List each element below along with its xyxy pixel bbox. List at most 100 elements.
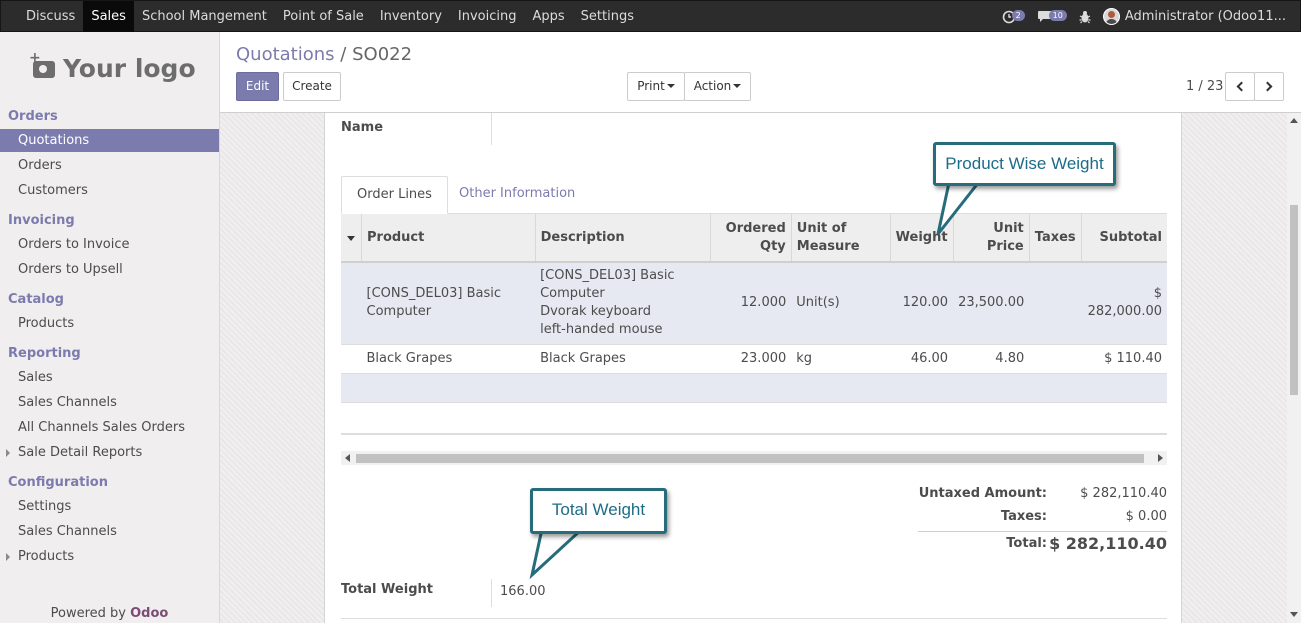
cell-weight: 46.00 (890, 344, 954, 374)
column-product[interactable]: Product (361, 214, 536, 263)
menu-settings[interactable]: Settings (573, 1, 642, 32)
section-divider (341, 618, 1167, 619)
empty-table-row[interactable] (341, 373, 1167, 403)
pager-next-button[interactable] (1254, 72, 1284, 101)
pager-previous-button[interactable] (1225, 72, 1255, 101)
section-configuration: Configuration (8, 475, 108, 490)
table-row[interactable]: Black Grapes Black Grapes 23.000 kg 46.0… (341, 344, 1167, 374)
messages-button[interactable]: 10 (1037, 10, 1067, 23)
caret-down-icon (347, 235, 355, 241)
row-handle (341, 344, 362, 374)
section-orders: Orders (8, 109, 58, 124)
taxes-value: $ 0.00 (1125, 509, 1167, 524)
column-description[interactable]: Description (535, 214, 711, 263)
menu-point-of-sale[interactable]: Point of Sale (275, 1, 372, 32)
column-subtotal[interactable]: Subtotal (1081, 214, 1167, 263)
empty-cell (341, 373, 1167, 403)
row-handle (341, 262, 362, 345)
edit-button[interactable]: Edit (236, 72, 279, 101)
user-menu[interactable]: Administrator (Odoo11... (1102, 8, 1286, 25)
section-catalog: Catalog (8, 292, 64, 307)
tab-order-lines[interactable]: Order Lines (341, 176, 448, 214)
activity-button[interactable]: 2 (1002, 10, 1025, 24)
powered-prefix: Powered by (50, 606, 126, 621)
arrow-right-icon[interactable] (1158, 454, 1163, 462)
table-footer-line (341, 433, 1167, 435)
sidebar-item-all-channels-sales-orders[interactable]: All Channels Sales Orders (0, 416, 219, 439)
create-button[interactable]: Create (283, 72, 341, 101)
cell-uom: Unit(s) (791, 262, 891, 345)
sidebar-item-orders-to-invoice[interactable]: Orders to Invoice (0, 233, 219, 256)
scroll-thumb[interactable] (1290, 205, 1298, 395)
menu-inventory[interactable]: Inventory (372, 1, 450, 32)
activity-count-badge: 2 (1011, 10, 1025, 21)
cell-description: [CONS_DEL03] Basic Computer Dvorak keybo… (535, 262, 711, 345)
sidebar-item-quotations[interactable]: Quotations (0, 129, 219, 152)
company-logo[interactable]: Your logo (29, 50, 196, 83)
sidebar-item-customers[interactable]: Customers (0, 179, 219, 202)
horizontal-scrollbar[interactable] (341, 451, 1167, 465)
taxes-label: Taxes: (1000, 509, 1047, 524)
sidebar-item-label: Products (18, 549, 75, 564)
vertical-scrollbar[interactable] (1287, 113, 1301, 623)
sidebar-item-sales-channels[interactable]: Sales Channels (0, 391, 219, 414)
tab-other-information[interactable]: Other Information (444, 176, 590, 214)
app-menu: Discuss Sales School Mangement Point of … (18, 1, 642, 32)
column-uom[interactable]: Unit of Measure (791, 214, 891, 263)
column-handle[interactable] (341, 214, 362, 263)
cell-product: [CONS_DEL03] Basic Computer (361, 262, 536, 345)
cell-unit-price: 23,500.00 (953, 262, 1030, 345)
caret-down-icon (733, 84, 742, 88)
sidebar-item-sales[interactable]: Sales (0, 366, 219, 389)
user-name: Administrator (Odoo11... (1124, 9, 1286, 24)
arrow-down-icon[interactable] (1290, 612, 1298, 617)
section-invoicing: Invoicing (8, 213, 75, 228)
sidebar-item-products[interactable]: Products (0, 312, 219, 335)
bug-icon[interactable] (1079, 10, 1091, 24)
breadcrumb-quotations[interactable]: Quotations (236, 44, 335, 65)
breadcrumb-current: SO022 (352, 44, 413, 65)
table-header: Product Description Ordered Qty Unit of … (341, 214, 1167, 263)
sidebar-item-config-sales-channels[interactable]: Sales Channels (0, 520, 219, 543)
sidebar-item-orders[interactable]: Orders (0, 154, 219, 177)
sidebar-item-sale-detail-reports[interactable]: Sale Detail Reports (0, 441, 219, 464)
total-value: $ 282,110.40 (1049, 534, 1167, 553)
cell-product: Black Grapes (361, 344, 536, 374)
caret-right-icon (6, 449, 10, 457)
logo-text: Your logo (63, 54, 196, 83)
column-taxes[interactable]: Taxes (1029, 214, 1082, 263)
callout-pointer (529, 527, 586, 579)
sidebar-item-label: Sale Detail Reports (18, 445, 143, 460)
arrow-left-icon[interactable] (345, 454, 350, 462)
cell-taxes (1029, 344, 1082, 374)
menu-invoicing[interactable]: Invoicing (450, 1, 525, 32)
odoo-link[interactable]: Odoo (130, 606, 168, 621)
menu-apps[interactable]: Apps (525, 1, 573, 32)
action-label: Action (693, 79, 732, 93)
column-ordered-qty[interactable]: Ordered Qty (710, 214, 792, 263)
sidebar-item-orders-to-upsell[interactable]: Orders to Upsell (0, 258, 219, 281)
cell-uom: kg (791, 344, 891, 374)
top-navbar: Discuss Sales School Mangement Point of … (0, 0, 1301, 32)
cell-taxes (1029, 262, 1082, 345)
description-line: [CONS_DEL03] Basic (540, 268, 675, 284)
chevron-right-icon (1262, 81, 1273, 92)
cell-unit-price: 4.80 (953, 344, 1030, 374)
menu-discuss[interactable]: Discuss (18, 1, 83, 32)
table-row[interactable]: [CONS_DEL03] Basic Computer [CONS_DEL03]… (341, 262, 1167, 345)
untaxed-amount-label: Untaxed Amount: (918, 486, 1047, 501)
scroll-thumb[interactable] (356, 454, 1144, 463)
print-dropdown[interactable]: Print (627, 72, 685, 101)
caret-right-icon (6, 553, 10, 561)
cell-description: Black Grapes (535, 344, 711, 374)
menu-school-management[interactable]: School Mangement (134, 1, 275, 32)
cell-subtotal: $ 110.40 (1081, 344, 1167, 374)
totals-divider (918, 531, 1167, 532)
sidebar-item-config-products[interactable]: Products (0, 545, 219, 568)
total-weight-label: Total Weight (341, 582, 433, 597)
pager-value[interactable]: 1 / 23 (1186, 79, 1223, 94)
sidebar-item-settings[interactable]: Settings (0, 495, 219, 518)
arrow-up-icon[interactable] (1290, 118, 1298, 123)
action-dropdown[interactable]: Action (684, 72, 751, 101)
menu-sales[interactable]: Sales (83, 1, 134, 32)
